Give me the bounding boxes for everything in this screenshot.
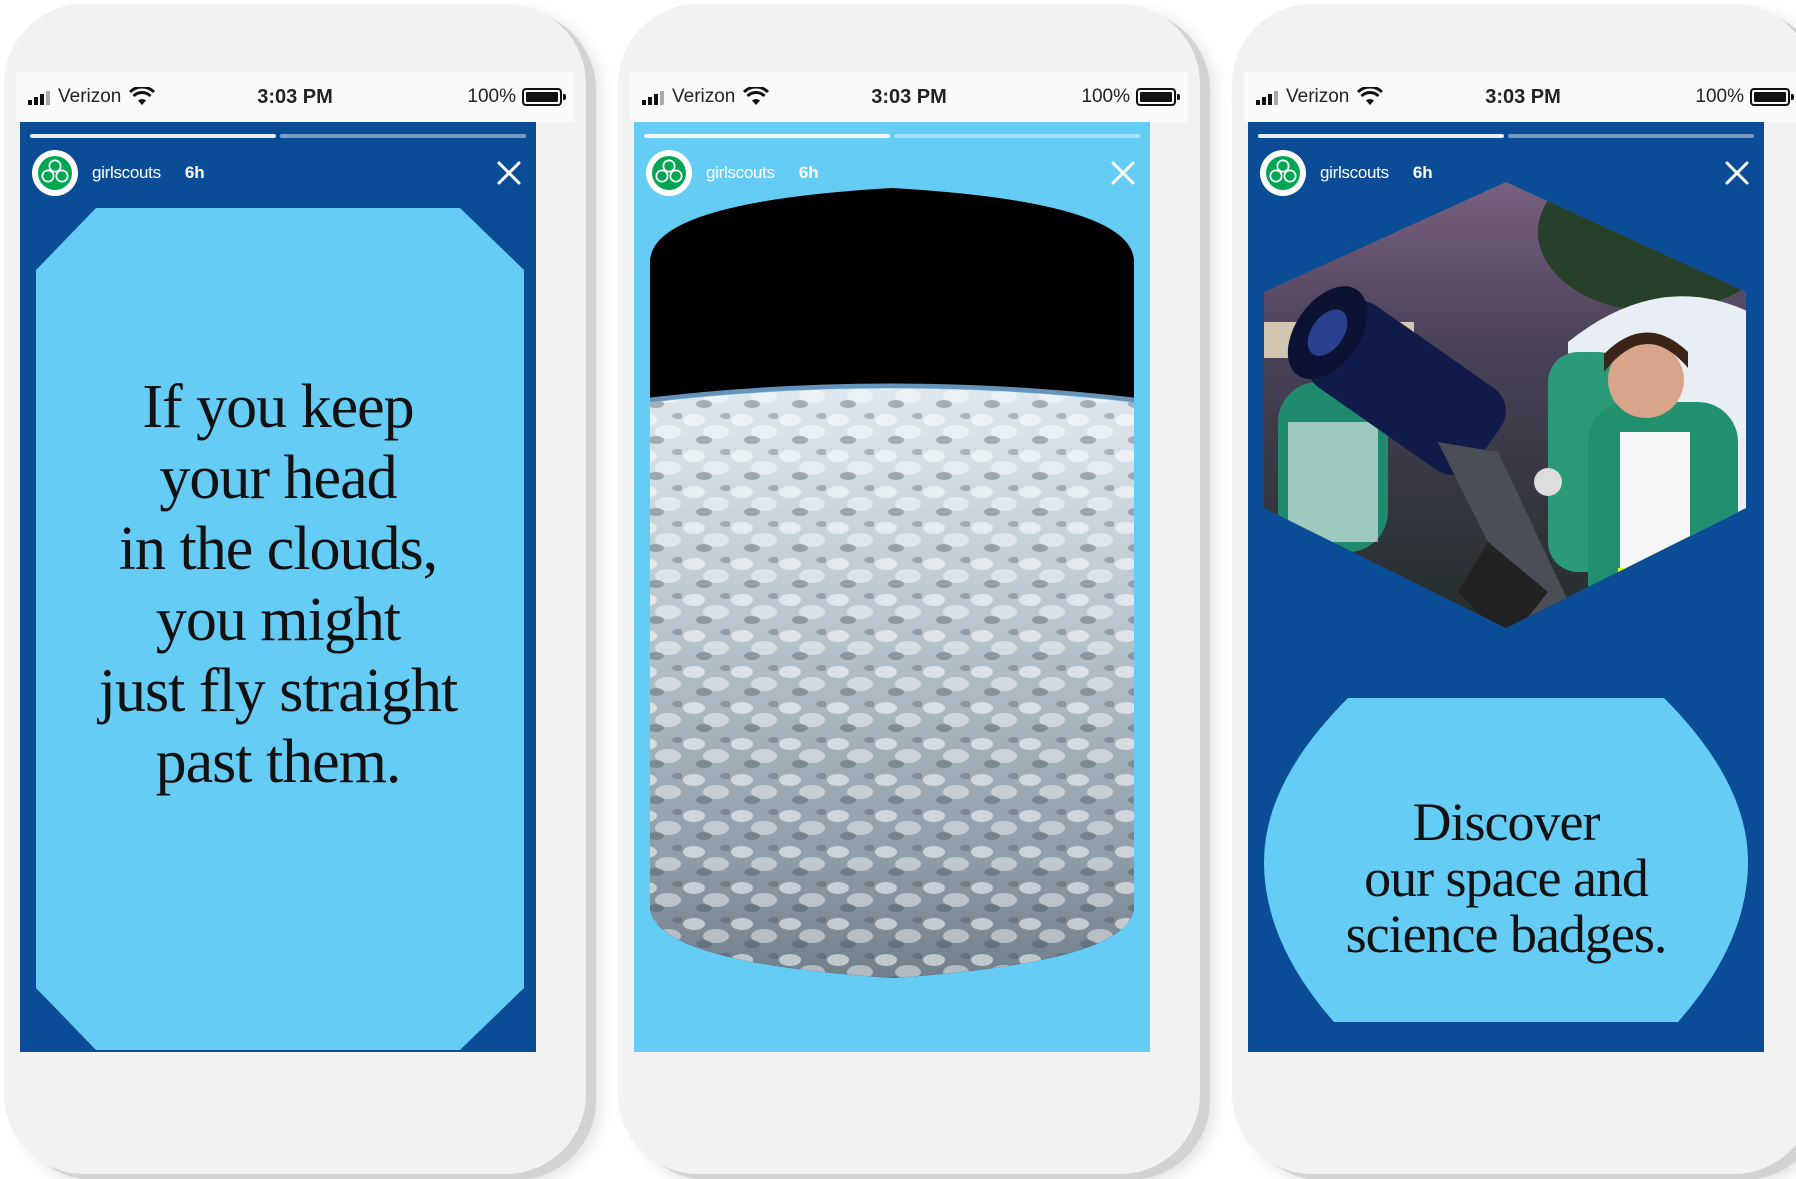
quote-line: past them. — [155, 728, 402, 796]
wifi-icon — [1357, 87, 1384, 105]
clock: 3:03 PM — [257, 85, 333, 108]
phone-mockup-1: Verizon 3:03 PM 100% girlscouts 6h If yo… — [4, 4, 586, 1174]
carrier-label: Verizon — [672, 86, 736, 107]
story-screen[interactable]: girlscouts 6h — [1248, 122, 1764, 1052]
battery-percent: 100% — [467, 86, 516, 107]
battery-icon — [1136, 88, 1180, 106]
carrier-label: Verizon — [1286, 86, 1350, 107]
battery-percent: 100% — [1695, 86, 1744, 107]
quote-line: If you keep — [142, 373, 414, 441]
battery-icon — [522, 88, 566, 106]
caption-line: our space and — [1364, 848, 1649, 908]
status-bar: Verizon 3:03 PM 100% — [630, 72, 1188, 122]
quote-line: just fly straight — [98, 657, 458, 725]
quote-line: your head — [159, 444, 397, 512]
clock: 3:03 PM — [1485, 85, 1561, 108]
earth-from-orbit-photo — [650, 188, 1134, 978]
carrier-label: Verizon — [58, 86, 122, 107]
story-caption: Discover our space and science badges. — [1248, 794, 1764, 962]
signal-icon — [1256, 89, 1278, 105]
story-screen[interactable]: girlscouts 6h If you keep your head in t… — [20, 122, 536, 1052]
story-quote: If you keep your head in the clouds, you… — [20, 372, 536, 798]
signal-icon — [642, 89, 664, 105]
clock: 3:03 PM — [871, 85, 947, 108]
caption-line: science badges. — [1345, 904, 1668, 964]
story-screen[interactable]: girlscouts 6h — [634, 122, 1150, 1052]
wifi-icon — [129, 87, 156, 105]
quote-line: you might — [155, 586, 401, 654]
phone-mockup-2: Verizon 3:03 PM 100% girlscouts 6h — [618, 4, 1200, 1174]
status-bar: Verizon 3:03 PM 100% — [16, 72, 574, 122]
battery-percent: 100% — [1081, 86, 1130, 107]
battery-icon — [1750, 88, 1794, 106]
phone-mockup-3: Verizon 3:03 PM 100% girlscouts 6h Disco… — [1232, 4, 1796, 1174]
signal-icon — [28, 89, 50, 105]
status-bar: Verizon 3:03 PM 100% — [1244, 72, 1796, 122]
caption-line: Discover — [1412, 792, 1601, 852]
quote-line: in the clouds, — [118, 515, 438, 583]
wifi-icon — [743, 87, 770, 105]
